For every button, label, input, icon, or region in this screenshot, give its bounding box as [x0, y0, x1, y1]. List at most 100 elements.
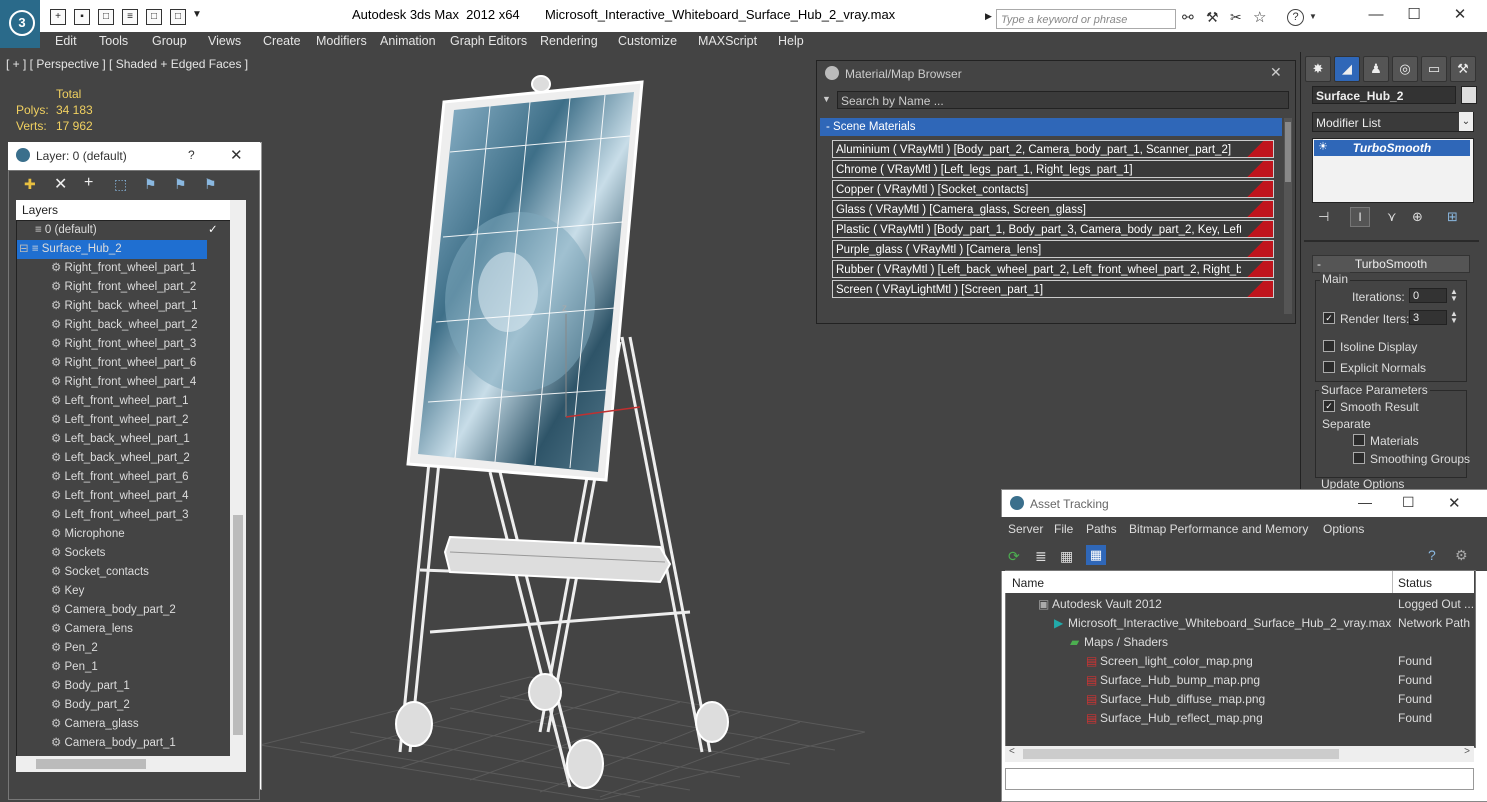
material-row[interactable]: Screen ( VRayLightMtl ) [Screen_part_1] [832, 280, 1274, 298]
configure-modifier-sets-icon[interactable]: ⊞ [1447, 209, 1458, 225]
object-row[interactable]: ⚙ Right_front_wheel_part_3 [17, 335, 231, 354]
subscription-icon[interactable]: ⚒ [1206, 9, 1219, 26]
menu-group[interactable]: Group [152, 34, 187, 48]
object-row[interactable]: ⚙ Pen_2 [17, 639, 231, 658]
asset-horizontal-scrollbar[interactable]: < > [1005, 746, 1474, 762]
help-dropdown-icon[interactable]: ▼ [1309, 12, 1317, 21]
asset-row[interactable]: ▶ Microsoft_Interactive_Whiteboard_Surfac… [1006, 614, 1473, 633]
object-row[interactable]: ⚙ Left_front_wheel_part_2 [17, 411, 231, 430]
render-iters-spinner[interactable]: 3 [1409, 310, 1447, 325]
name-column-header[interactable]: Name [1012, 576, 1044, 590]
layer-row-selected[interactable]: ⊟ ≡ Surface_Hub_2 [17, 240, 207, 259]
object-row[interactable]: ⚙ Right_back_wheel_part_1 [17, 297, 231, 316]
material-search-input[interactable]: Search by Name ... [837, 91, 1289, 109]
iterations-spinner-arrows-icon[interactable]: ▲ ▼ [1450, 288, 1458, 303]
menu-maxscript[interactable]: MAXScript [698, 34, 757, 48]
close-button[interactable]: ✕ [1442, 4, 1478, 26]
object-row[interactable]: ⚙ Left_front_wheel_part_3 [17, 506, 231, 525]
layer-hscroll-thumb[interactable] [36, 759, 146, 769]
asset-settings-icon[interactable]: ⚙ [1455, 547, 1468, 564]
menu-views[interactable]: Views [208, 34, 241, 48]
project-folder-icon[interactable]: ≡ [122, 9, 138, 25]
collapse-icon[interactable]: ⊟ [19, 243, 32, 255]
asset-menu-options[interactable]: Options [1323, 522, 1364, 536]
active-layer-check-icon[interactable]: ✓ [208, 221, 218, 240]
remove-modifier-icon[interactable]: ⊕ [1412, 209, 1423, 225]
object-row[interactable]: ⚙ Right_front_wheel_part_4 [17, 373, 231, 392]
quick-access-dropdown-icon[interactable]: ▼ [192, 9, 202, 20]
highlight-layer-icon[interactable]: ⚑ [144, 176, 157, 193]
object-row[interactable]: ⚙ Body_part_2 [17, 696, 231, 715]
smoothing-groups-checkbox[interactable] [1353, 452, 1365, 464]
menu-animation[interactable]: Animation [380, 34, 436, 48]
material-row[interactable]: Copper ( VRayMtl ) [Socket_contacts] [832, 180, 1274, 198]
modifier-list-chevron-icon[interactable]: ⌄ [1459, 112, 1473, 131]
object-row[interactable]: ⚙ Pen_1 [17, 658, 231, 677]
asset-help-icon[interactable]: ? [1428, 547, 1436, 563]
material-row[interactable]: Plastic ( VRayMtl ) [Body_part_1, Body_p… [832, 220, 1274, 238]
hide-all-layers-icon[interactable]: ⚑ [174, 176, 187, 193]
object-row[interactable]: ⚙ Body_part_1 [17, 677, 231, 696]
menu-create[interactable]: Create [263, 34, 301, 48]
minimize-button[interactable]: — [1358, 4, 1394, 26]
material-row[interactable]: Glass ( VRayMtl ) [Camera_glass, Screen_… [832, 200, 1274, 218]
menu-help[interactable]: Help [778, 34, 804, 48]
save-icon[interactable]: ▪ [74, 9, 90, 25]
list-view-icon[interactable]: ≣ [1035, 548, 1047, 565]
object-row[interactable]: ⚙ Camera_glass [17, 715, 231, 734]
select-objects-icon[interactable]: ⬚ [114, 176, 127, 193]
menu-rendering[interactable]: Rendering [540, 34, 598, 48]
materials-checkbox[interactable] [1353, 434, 1365, 446]
redo-icon[interactable]: □ [170, 9, 186, 25]
pin-stack-icon[interactable]: ⊣ [1318, 209, 1329, 225]
status-column-header[interactable]: Status [1398, 576, 1432, 590]
hierarchy-tab-icon[interactable]: ♟ [1363, 56, 1389, 82]
delete-layer-icon[interactable]: ✕ [54, 174, 67, 194]
menu-tools[interactable]: Tools [99, 34, 128, 48]
material-browser-close-icon[interactable]: ✕ [1270, 64, 1282, 81]
binoculars-icon[interactable]: ⚯ [1182, 9, 1194, 26]
create-layer-icon[interactable]: ✚ [24, 176, 36, 193]
asset-close-button[interactable]: ✕ [1448, 494, 1461, 512]
turbosmooth-rollout-header[interactable]: - TurboSmooth [1312, 255, 1470, 273]
asset-menu-server[interactable]: Server [1008, 522, 1043, 536]
asset-row[interactable]: ▰ Maps / Shaders [1006, 633, 1473, 652]
asset-row[interactable]: ▤ Screen_light_color_map.png Found [1006, 652, 1473, 671]
refresh-icon[interactable]: ⟳ [1008, 548, 1020, 565]
motion-tab-icon[interactable]: ◎ [1392, 56, 1418, 82]
freeze-all-layers-icon[interactable]: ⚑ [204, 176, 217, 193]
favorites-star-icon[interactable]: ☆ [1253, 8, 1266, 26]
scene-materials-group[interactable]: - Scene Materials [820, 118, 1282, 136]
layer-vertical-scrollbar[interactable] [230, 200, 246, 756]
object-row[interactable]: ⚙ Left_back_wheel_part_2 [17, 449, 231, 468]
search-input[interactable]: Type a keyword or phrase [996, 9, 1176, 29]
object-row[interactable]: ⚙ Right_front_wheel_part_6 [17, 354, 231, 373]
object-row[interactable]: ⚙ Camera_lens [17, 620, 231, 639]
add-to-layer-icon[interactable]: + [84, 174, 93, 192]
search-expand-icon[interactable]: ▶ [985, 11, 992, 22]
show-end-result-icon[interactable]: I [1350, 207, 1370, 227]
new-file-icon[interactable]: + [50, 9, 66, 25]
layers-column-header[interactable]: Layers [16, 200, 230, 220]
asset-row[interactable]: ▤ Surface_Hub_bump_map.png Found [1006, 671, 1473, 690]
object-row[interactable]: ⚙ Left_front_wheel_part_6 [17, 468, 231, 487]
modifier-list-dropdown[interactable]: Modifier List [1312, 112, 1474, 132]
object-row[interactable]: ⚙ Camera_body_part_1 [17, 734, 231, 753]
layer-help-button[interactable]: ? [188, 148, 195, 162]
asset-row[interactable]: ▤ Surface_Hub_reflect_map.png Found [1006, 709, 1473, 728]
material-scrollbar[interactable] [1284, 118, 1292, 314]
scroll-right-icon[interactable]: > [1464, 746, 1470, 757]
open-file-icon[interactable]: □ [98, 9, 114, 25]
layer-scroll-thumb[interactable] [233, 515, 243, 735]
menu-edit[interactable]: Edit [55, 34, 77, 48]
isoline-display-checkbox[interactable] [1323, 340, 1335, 352]
object-row[interactable]: ⚙ Left_front_wheel_part_1 [17, 392, 231, 411]
asset-menu-paths[interactable]: Paths [1086, 522, 1117, 536]
layer-horizontal-scrollbar[interactable] [16, 756, 246, 772]
asset-scroll-thumb[interactable] [1023, 749, 1339, 759]
asset-maximize-button[interactable]: ☐ [1402, 494, 1415, 511]
asset-menu-bitmap-performance[interactable]: Bitmap Performance and Memory [1129, 522, 1308, 536]
undo-icon[interactable]: □ [146, 9, 162, 25]
material-row[interactable]: Aluminium ( VRayMtl ) [Body_part_2, Came… [832, 140, 1274, 158]
explicit-normals-checkbox[interactable] [1323, 361, 1335, 373]
